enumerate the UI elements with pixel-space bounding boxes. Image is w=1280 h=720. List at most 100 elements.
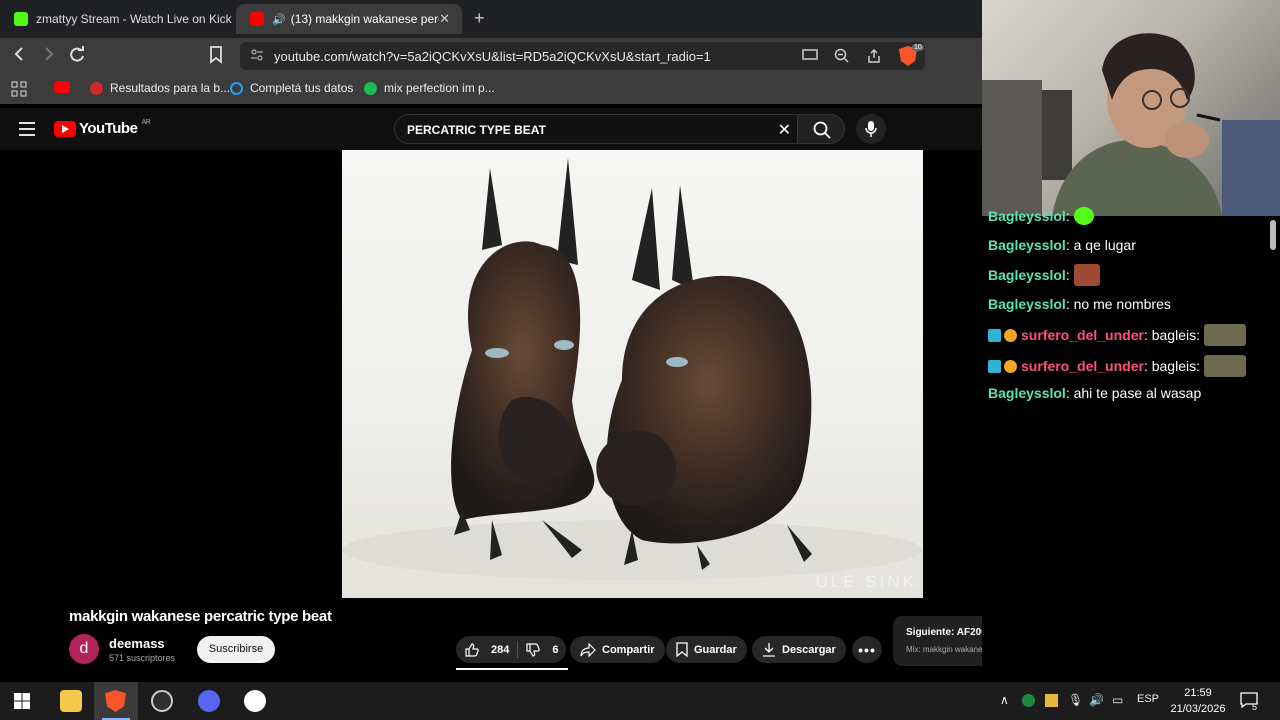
like-dislike-group: 284 6 — [456, 636, 566, 663]
dislike-button[interactable]: 6 — [518, 642, 566, 657]
channel-name[interactable]: deemass — [109, 636, 165, 651]
cast-icon[interactable] — [802, 48, 818, 67]
microphone-icon[interactable]: 🎙 — [1068, 693, 1083, 707]
forward-icon[interactable] — [40, 46, 56, 67]
emote-icon — [1073, 207, 1094, 225]
bookmark-label: Completá tus datos — [250, 81, 354, 95]
bookmark-label: Resultados para la b... — [110, 81, 231, 95]
address-bar[interactable]: youtube.com/watch?v=5a2iQCKvXsU&list=RD5… — [240, 42, 925, 70]
bookmark-completa[interactable]: Completá tus datos — [230, 81, 353, 95]
chat-username[interactable]: Bagleysslol — [988, 385, 1066, 401]
hamburger-menu-icon[interactable] — [19, 122, 35, 141]
tab-youtube[interactable]: 🔊 (13) makkgin wakanese percatr ✕ — [236, 4, 462, 34]
chat-username[interactable]: Bagleysslol — [988, 237, 1066, 253]
volume-icon[interactable]: 🔊 — [1089, 693, 1104, 707]
subscribe-button[interactable]: Suscribirse — [197, 636, 275, 663]
thumbs-up-icon — [465, 642, 479, 657]
webcam-image — [982, 33, 1280, 216]
video-player[interactable]: ULE SINK — [342, 150, 923, 598]
chat-username[interactable]: Bagleysslol — [988, 296, 1066, 312]
reload-icon[interactable] — [68, 46, 86, 69]
share-arrow-icon — [580, 642, 596, 657]
bookmark-icon[interactable] — [208, 46, 224, 69]
chat-message: Bagleysslol: — [988, 207, 1094, 225]
shield-count-badge: 10 — [912, 44, 924, 51]
download-icon — [763, 643, 775, 657]
chat-message: Bagleysslol: no me nombres — [988, 296, 1171, 312]
windows-start-icon[interactable] — [14, 693, 30, 714]
navigation-bar: youtube.com/watch?v=5a2iQCKvXsU&list=RD5… — [0, 38, 982, 74]
chat-username[interactable]: surfero_del_under — [1021, 358, 1144, 374]
site-settings-icon[interactable] — [250, 48, 264, 67]
microphone-icon — [865, 121, 877, 137]
webcam-feed — [982, 0, 1280, 216]
emote-icon — [1203, 324, 1246, 346]
tray-app-icon[interactable] — [1022, 694, 1035, 707]
close-icon[interactable]: ✕ — [439, 11, 450, 27]
chat-username[interactable]: Bagleysslol — [988, 267, 1066, 283]
chat-message: Bagleysslol: a qe lugar — [988, 237, 1136, 253]
youtube-icon — [54, 81, 70, 93]
taskbar-active-app[interactable] — [94, 682, 138, 720]
kick-icon — [14, 12, 28, 26]
search-button[interactable] — [797, 114, 845, 144]
save-button[interactable]: Guardar — [666, 636, 747, 663]
share-icon[interactable] — [866, 48, 882, 69]
new-tab-button[interactable]: + — [474, 8, 485, 29]
bookmark-resultados[interactable]: Resultados para la b... — [90, 81, 230, 95]
google-icon — [90, 81, 103, 95]
voice-search-button[interactable] — [856, 114, 886, 144]
chat-username[interactable]: surfero_del_under — [1021, 327, 1144, 343]
bookmark-spotify[interactable]: mix perfection im p... — [364, 81, 495, 95]
channel-avatar[interactable]: d — [69, 634, 99, 664]
url-text: youtube.com/watch?v=5a2iQCKvXsU&list=RD5… — [274, 49, 711, 64]
network-icon[interactable]: ▭ — [1112, 693, 1123, 707]
download-button[interactable]: Descargar — [752, 636, 846, 663]
clear-search-icon[interactable]: ✕ — [778, 120, 791, 140]
chat-scrollbar[interactable] — [1270, 220, 1276, 250]
clock-app-icon[interactable] — [244, 690, 266, 712]
file-explorer-icon[interactable] — [60, 690, 82, 712]
discord-icon[interactable] — [198, 690, 220, 712]
tab-kick[interactable]: zmattyy Stream - Watch Live on Kick — [0, 4, 232, 34]
search-value: PERCATRIC TYPE BEAT — [407, 123, 546, 137]
badge-icon — [988, 359, 1001, 373]
chat-message: surfero_del_under: bagleis: — [988, 324, 1246, 346]
save-icon — [676, 642, 688, 657]
more-actions-button[interactable]: ••• — [852, 636, 882, 663]
tab-label: zmattyy Stream - Watch Live on Kick — [36, 12, 232, 26]
chat-text: bagleis: — [1151, 358, 1200, 374]
youtube-logo[interactable]: YouTube AR — [54, 119, 151, 137]
chat-message: Bagleysslol: ahi te pase al wasap — [988, 385, 1202, 401]
dislike-count: 6 — [552, 643, 559, 656]
share-button[interactable]: Compartir — [570, 636, 665, 663]
windows-taskbar: ∧ 🎙 🔊 ▭ ESP 21:59 21/03/2026 5 — [0, 682, 1280, 720]
language-indicator[interactable]: ESP — [1137, 693, 1159, 705]
chevron-up-icon[interactable]: ∧ — [1000, 693, 1009, 707]
badge-icon — [1004, 359, 1017, 373]
back-icon[interactable] — [12, 46, 28, 67]
chat-text: no me nombres — [1073, 296, 1171, 312]
clock[interactable]: 21:59 21/03/2026 — [1166, 685, 1230, 717]
video-watermark: ULE SINK — [815, 572, 917, 591]
emote-icon — [1073, 264, 1100, 286]
clock-time: 21:59 — [1184, 687, 1212, 699]
chat-username[interactable]: Bagleysslol — [988, 208, 1066, 224]
speaker-icon[interactable]: 🔊 — [272, 13, 286, 26]
logo-text: YouTube — [79, 120, 138, 137]
apps-icon[interactable] — [11, 81, 27, 97]
tray-app-icon[interactable] — [1045, 694, 1058, 707]
search-input[interactable]: PERCATRIC TYPE BEAT ✕ — [394, 114, 798, 144]
video-frame-image — [342, 158, 922, 580]
circle-icon — [230, 81, 243, 95]
chat-text: bagleis: — [1151, 327, 1200, 343]
bookmark-label: mix perfection im p... — [384, 81, 495, 95]
clock-date: 21/03/2026 — [1170, 703, 1226, 715]
obs-icon[interactable] — [151, 690, 173, 712]
youtube-icon — [250, 12, 264, 26]
bookmark-youtube[interactable] — [54, 81, 77, 93]
like-button[interactable]: 284 — [456, 641, 519, 658]
tab-label: (13) makkgin wakanese percatr — [290, 12, 439, 26]
thumbs-down-icon — [526, 642, 541, 657]
zoom-icon[interactable] — [834, 48, 850, 69]
